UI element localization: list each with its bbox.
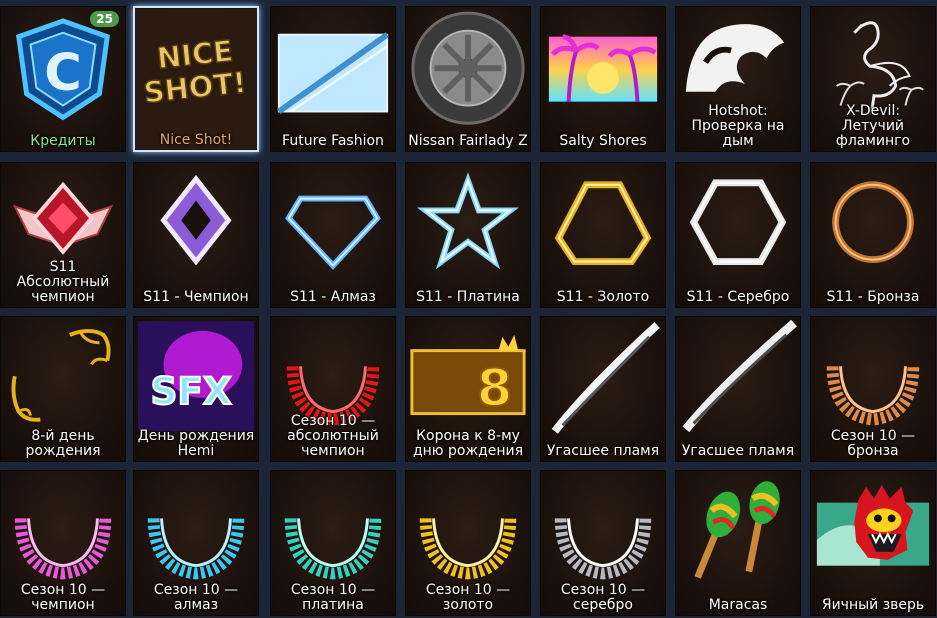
item-tile-s10-silver[interactable]: Сезон 10 — серебро [540,470,666,616]
inventory-grid: C 25 Кредиты NICE SHOT! Nice Shot! Futur… [0,0,937,618]
palm-beach-icon [548,34,658,102]
item-label: S11 - Чемпион [143,289,249,305]
item-tile-s11-platinum[interactable]: S11 - Платина [405,162,531,308]
item-label: Угасшее пламя [681,443,795,459]
silver-hexagon-icon [689,179,787,266]
egg-beast-icon [816,484,930,566]
item-label: 8-й день рождения [25,428,101,459]
item-tile-credits[interactable]: C 25 Кредиты [0,6,126,152]
item-tile-hotshot-smoke[interactable]: Hotshot: Проверка на дым [675,6,801,152]
item-tile-s10-grand-champion[interactable]: Сезон 10 — абсолютный чемпион [270,316,396,462]
item-label: Сезон 10 — алмаз [153,582,239,613]
item-tile-nice-shot[interactable]: NICE SHOT! Nice Shot! [133,6,259,152]
item-label: Hotshot: Проверка на дым [691,103,785,149]
item-label: Яичный зверь [821,597,925,613]
maracas-icon [694,481,780,579]
item-tile-8th-birthday-crown[interactable]: 8 Корона к 8-му дню рождения [405,316,531,462]
item-tile-s11-grand-champion[interactable]: S11 Абсолютный чемпион [0,162,126,308]
glass-banner-icon [277,32,389,114]
item-tile-s10-gold[interactable]: Сезон 10 — золото [405,470,531,616]
item-label: Корона к 8-му дню рождения [412,428,524,459]
item-label: Угасшее пламя [546,443,660,459]
item-label: Maracas [708,597,768,613]
item-tile-s11-silver[interactable]: S11 - Серебро [675,162,801,308]
item-label: S11 - Серебро [686,289,790,305]
item-tile-future-fashion[interactable]: Future Fashion [270,6,396,152]
item-tile-s10-bronze[interactable]: Сезон 10 — бронза [810,316,936,462]
item-tile-s11-gold[interactable]: S11 - Золото [540,162,666,308]
item-tile-s11-champion[interactable]: S11 - Чемпион [133,162,259,308]
svg-text:8: 8 [477,360,513,419]
item-label: S11 - Алмаз [290,289,376,305]
item-label: День рождения Hemi [137,428,255,459]
item-tile-8th-birthday[interactable]: 8-й день рождения [0,316,126,462]
item-label: Nice Shot! [159,132,233,148]
fading-flame-icon [551,322,660,434]
tire-wheel-icon [411,11,525,125]
item-label: S11 - Бронза [826,289,920,305]
item-tile-fading-flame-2[interactable]: Угасшее пламя [675,316,801,462]
item-tile-s11-bronze[interactable]: S11 - Бронза [810,162,936,308]
diamond-rank-icon [285,195,381,270]
credits-shield-icon: C [16,18,110,121]
item-label: Сезон 10 — бронза [830,428,916,459]
item-label: Nissan Fairlady Z [408,133,528,149]
nice-shot-decal-icon: NICE SHOT! [135,8,257,150]
item-tile-salty-shores[interactable]: Salty Shores [540,6,666,152]
item-label: S11 Абсолютный чемпион [16,259,110,305]
item-tile-s10-champion[interactable]: Сезон 10 — чемпион [0,470,126,616]
svg-text:C: C [44,44,82,103]
item-label: X-Devil: Летучий фламинго [835,103,911,149]
item-label: Сезон 10 — платина [290,582,376,613]
item-label: S11 - Платина [416,289,520,305]
item-label: Сезон 10 — серебро [560,582,646,613]
item-label: Future Fashion [282,133,384,149]
credits-count-badge: 25 [90,11,119,27]
bronze-ring-icon [832,181,914,264]
item-tile-x-devil-flamingo[interactable]: X-Devil: Летучий фламинго [810,6,936,152]
item-tile-s10-diamond[interactable]: Сезон 10 — алмаз [133,470,259,616]
champion-rank-icon [160,174,232,266]
item-tile-s11-diamond[interactable]: S11 - Алмаз [270,162,396,308]
svg-text:SFX: SFX [150,369,231,413]
fading-flame-icon [682,319,797,433]
item-label: Кредиты [30,133,96,149]
item-tile-maracas[interactable]: Maracas [675,470,801,616]
item-label: Сезон 10 — чемпион [20,582,106,613]
item-label: S11 - Золото [556,289,650,305]
item-label: Сезон 10 — золото [425,582,511,613]
item-tile-egg-beast[interactable]: Яичный зверь [810,470,936,616]
item-label: Salty Shores [559,133,647,149]
item-tile-hemi-birthday[interactable]: SFX День рождения Hemi [133,316,259,462]
gold-triangle-icon [554,181,652,266]
item-tile-nissan-fairlady-z[interactable]: Nissan Fairlady Z [405,6,531,152]
item-tile-fading-flame-1[interactable]: Угасшее пламя [540,316,666,462]
item-tile-s10-platinum[interactable]: Сезон 10 — платина [270,470,396,616]
platinum-star-icon [417,172,519,270]
item-label: Сезон 10 — абсолютный чемпион [287,413,379,459]
